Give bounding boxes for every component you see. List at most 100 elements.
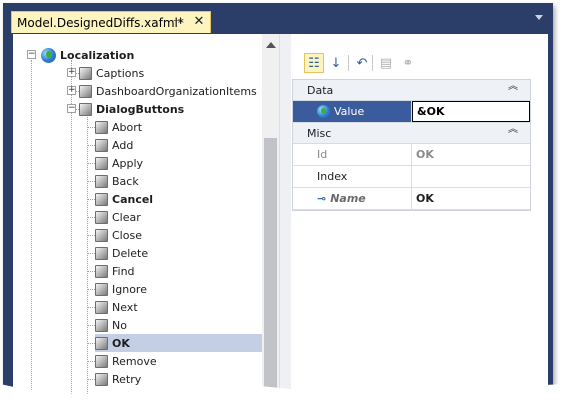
category-row[interactable]: Data ︽	[293, 80, 530, 101]
properties-icon[interactable]: ▤	[376, 53, 396, 73]
property-value[interactable]	[412, 166, 530, 187]
tree-connector	[87, 145, 95, 146]
tree-connector	[87, 343, 95, 344]
cube-icon	[95, 300, 108, 314]
collapse-icon[interactable]: −	[27, 50, 36, 59]
tree-node-item[interactable]: Next	[95, 298, 138, 316]
tree-node-item[interactable]: Back	[95, 172, 139, 190]
editor-content: − Localization + Captions + DashboardOrg…	[13, 34, 548, 394]
tree-node-label: Ignore	[112, 282, 147, 296]
tree-connector	[87, 199, 95, 200]
link-icon[interactable]: ⚭	[398, 53, 418, 73]
collapse-icon[interactable]: −	[67, 104, 76, 113]
tree-node-label: Remove	[112, 354, 157, 368]
tree-connector	[31, 60, 32, 394]
panel-splitter[interactable]	[279, 34, 291, 394]
property-row[interactable]: ⊸ Name OK	[293, 188, 530, 210]
tree-connector	[87, 181, 95, 182]
tree-connector	[87, 361, 95, 362]
property-name-text: Index	[317, 170, 348, 183]
category-row[interactable]: Misc ︽	[293, 123, 530, 144]
property-name: Value	[293, 101, 412, 122]
category-label: Misc	[307, 126, 332, 140]
property-name: Id	[293, 144, 412, 165]
property-grid: Data ︽ Value &OK Misc ︽ Id OK Index ⊸ Name OK	[292, 79, 531, 211]
property-name-text: Id	[317, 148, 328, 161]
pin-icon[interactable]: ⊣	[170, 15, 184, 29]
tree-node-label: Next	[112, 300, 138, 314]
tree-node-item[interactable]: Add	[95, 136, 133, 154]
cube-icon	[95, 282, 108, 296]
tree-node-label: Find	[112, 264, 135, 278]
tree-node-captions[interactable]: + Captions	[67, 64, 145, 82]
tree-node-item[interactable]: Find	[95, 262, 135, 280]
model-tree: − Localization + Captions + DashboardOrg…	[13, 34, 279, 394]
tree-node-item[interactable]: Remove	[95, 352, 157, 370]
tree-node-label: Close	[112, 228, 142, 242]
key-icon: ⊸	[317, 192, 327, 205]
tree-node-label: Apply	[112, 156, 144, 170]
tree-node-label: Clear	[112, 210, 141, 224]
property-row[interactable]: Index	[293, 166, 530, 188]
document-tab[interactable]: Model.DesignedDiffs.xafml* ⊣ ✕	[11, 11, 211, 33]
property-row[interactable]: Id OK	[293, 144, 530, 166]
tree-node-item[interactable]: OK	[95, 334, 262, 352]
tree-node-label: Captions	[96, 66, 145, 80]
sort-alphabetical-icon[interactable]: ↓	[326, 53, 346, 73]
tree-node-label: Add	[112, 138, 134, 152]
tree-node-item[interactable]: Delete	[95, 244, 148, 262]
cube-icon	[95, 210, 108, 224]
cube-icon	[95, 138, 108, 152]
tree-node-label: DialogButtons	[96, 102, 185, 116]
tree-node-label: Abort	[112, 120, 143, 134]
toolbar-separator	[348, 55, 349, 71]
property-value[interactable]: &OK	[412, 101, 530, 122]
tab-dropdown-icon[interactable]	[535, 15, 543, 20]
cube-icon	[95, 174, 108, 188]
cube-icon	[95, 318, 108, 332]
tree-node-item[interactable]: No	[95, 316, 127, 334]
tree-connector	[87, 114, 88, 394]
tree-node-dialog-buttons[interactable]: − DialogButtons	[67, 100, 185, 118]
property-name-text: Value	[334, 105, 365, 118]
scrollbar-thumb[interactable]	[264, 138, 277, 394]
tree-node-label: OK	[112, 336, 130, 350]
tree-connector	[87, 289, 95, 290]
tree-scrollbar[interactable]	[262, 34, 279, 394]
cube-icon	[79, 66, 92, 80]
tree-node-label: Cancel	[112, 192, 154, 206]
tree-node-localization[interactable]: − Localization	[27, 46, 134, 64]
tree-node-item[interactable]: Close	[95, 226, 142, 244]
close-icon[interactable]: ✕	[192, 14, 206, 30]
categorized-icon[interactable]: ☷	[304, 53, 324, 73]
tree-node-item[interactable]: Cancel	[95, 190, 153, 208]
tree-node-item[interactable]: Clear	[95, 208, 141, 226]
tree-node-item[interactable]: Apply	[95, 154, 143, 172]
expand-icon[interactable]: +	[67, 86, 76, 95]
property-value[interactable]: OK	[412, 188, 530, 209]
tree-connector	[87, 325, 95, 326]
torn-edge	[0, 384, 564, 402]
tree-node-item[interactable]: Ignore	[95, 280, 147, 298]
collapse-category-icon[interactable]: ︽	[508, 82, 518, 92]
collapse-category-icon[interactable]: ︽	[508, 125, 518, 135]
cube-icon	[95, 228, 108, 242]
cube-icon	[95, 156, 108, 170]
undo-icon[interactable]: ↶	[352, 53, 372, 73]
property-row[interactable]: Value &OK	[293, 101, 530, 123]
scroll-up-icon[interactable]	[266, 42, 276, 48]
tree-connector	[87, 127, 95, 128]
tree-connector	[87, 253, 95, 254]
property-grid-panel: ☷ ↓ ↶ ▤ ⚭ Data ︽ Value &OK Misc ︽ Id OK Index ⊸ Name OK	[292, 34, 548, 394]
cube-icon	[79, 102, 92, 116]
tree-node-item[interactable]: Abort	[95, 118, 142, 136]
tree-node-dashboard-organization-items[interactable]: + DashboardOrganizationItems	[67, 82, 257, 100]
globe-icon	[41, 47, 56, 63]
cube-icon	[95, 120, 108, 134]
cube-icon	[95, 246, 108, 260]
expand-icon[interactable]: +	[67, 68, 76, 77]
cube-icon	[95, 354, 108, 368]
cube-icon	[95, 336, 108, 350]
property-name: ⊸ Name	[293, 188, 412, 209]
toolbar-separator	[372, 55, 373, 71]
